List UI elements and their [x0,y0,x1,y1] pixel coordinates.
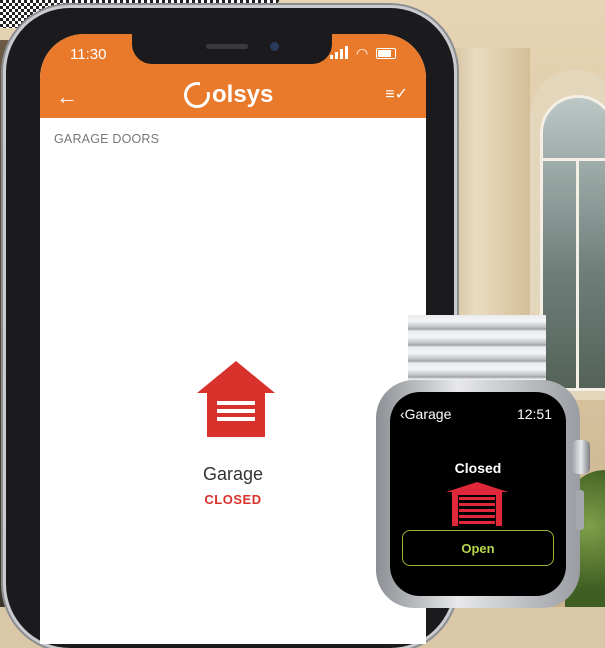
phone-screen: 11:30 ◠ ← olsys ≡✓ GARAGE DOORS Garage C… [40,34,426,644]
wifi-icon: ◠ [356,45,369,61]
side-button[interactable] [576,490,584,530]
watch-status: Closed [454,460,502,476]
watch-screen: ‹Garage 12:51 Closed Open [390,392,566,596]
logo-text: olsys [212,81,274,108]
watch-open-button[interactable]: Open [402,530,554,566]
arched-window [540,95,605,391]
watch-title-text: Garage [404,406,452,422]
signal-bar [340,49,343,59]
checklist-icon[interactable]: ≡✓ [385,84,408,104]
battery-icon [376,48,396,59]
camera [270,42,279,51]
watch-back-title[interactable]: ‹Garage [400,406,451,422]
watch-garage-icon [446,482,508,526]
status-icons: ◠ [330,45,400,61]
status-time: 11:30 [70,46,107,63]
device-status: CLOSED [204,492,262,507]
logo-q-mark [184,82,210,108]
speaker [206,44,248,49]
signal-bar [345,46,348,59]
section-title: GARAGE DOORS [54,132,160,146]
phone-notch [132,34,332,64]
app-header: 11:30 ◠ ← olsys ≡✓ [40,34,426,118]
garage-door-icon[interactable] [197,361,275,437]
back-arrow-icon[interactable]: ← [56,86,78,108]
digital-crown[interactable] [572,440,590,474]
qolsys-logo: olsys [184,80,273,110]
signal-bar [335,52,338,59]
signal-icon [330,55,333,59]
watch-time: 12:51 [516,406,552,422]
device-name: Garage [202,464,264,484]
